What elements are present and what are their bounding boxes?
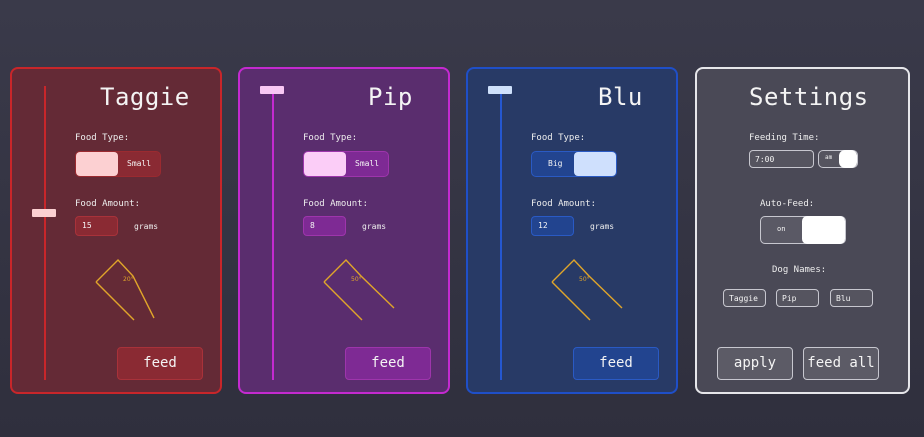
am-pm-knob [839,150,857,168]
dog-names-label: Dog Names: [772,265,827,275]
feed-button[interactable]: feed [573,347,659,380]
food-amount-label: Food Amount: [531,199,597,209]
unit-label: grams [362,222,387,231]
food-amount-input[interactable]: 12 [531,216,574,236]
bowl-angle-gauge: 50° [551,258,623,321]
food-type-option-label: Small [355,159,380,168]
toggle-knob [304,152,346,176]
dog-card-blu: Blu Food Type: Big Food Amount: 12 grams… [466,67,678,394]
food-type-label: Food Type: [531,133,586,143]
gauge-outline [95,258,155,319]
food-amount-label: Food Amount: [303,199,369,209]
dog-name-input-2[interactable]: Pip [776,289,819,307]
food-type-toggle[interactable]: Big [531,151,617,177]
food-slider-thumb[interactable] [32,209,56,217]
food-slider-thumb[interactable] [260,86,284,94]
gauge-edge [95,281,135,321]
gauge-outline [323,258,395,309]
gauge-angle-text: 50° [579,276,590,283]
food-slider-track[interactable] [44,86,46,380]
settings-card: Settings Feeding Time: 7:00 am Auto-Feed… [695,67,910,394]
dog-name-input-1[interactable]: Taggie [723,289,766,307]
dog-name-title: Pip [368,83,413,111]
food-type-toggle[interactable]: Small [303,151,389,177]
food-amount-input[interactable]: 8 [303,216,346,236]
apply-button[interactable]: apply [717,347,793,380]
feeding-time-input[interactable]: 7:00 [749,150,814,168]
feed-all-button[interactable]: feed all [803,347,879,380]
toggle-knob [76,152,118,176]
gauge-outline [551,258,623,309]
toggle-knob [574,152,616,176]
dog-name-input-3[interactable]: Blu [830,289,873,307]
feed-button[interactable]: feed [345,347,431,380]
bowl-angle-gauge: 20° [95,258,155,321]
dog-name-title: Blu [598,83,643,111]
food-slider-thumb[interactable] [488,86,512,94]
bowl-angle-gauge: 50° [323,258,395,321]
settings-title: Settings [749,83,869,111]
feeding-time-label: Feeding Time: [749,133,820,143]
food-slider-track[interactable] [500,86,502,380]
auto-feed-label: Auto-Feed: [760,199,815,209]
auto-feed-state: on [777,225,786,233]
food-slider-track[interactable] [272,86,274,380]
unit-label: grams [590,222,615,231]
food-type-toggle[interactable]: Small [75,151,161,177]
food-type-label: Food Type: [303,133,358,143]
feed-button[interactable]: feed [117,347,203,380]
unit-label: grams [134,222,159,231]
dog-card-pip: Pip Food Type: Small Food Amount: 8 gram… [238,67,450,394]
am-pm-toggle[interactable]: am [818,150,858,168]
auto-feed-knob [802,216,845,244]
gauge-edge [323,281,363,321]
am-pm-label: am [825,154,833,161]
gauge-angle-text: 50° [351,276,362,283]
food-amount-label: Food Amount: [75,199,141,209]
food-type-option-label: Big [548,159,563,168]
dog-card-taggie: Taggie Food Type: Small Food Amount: 15 … [10,67,222,394]
gauge-angle-text: 20° [123,276,134,283]
food-amount-input[interactable]: 15 [75,216,118,236]
auto-feed-toggle[interactable]: on [760,216,846,244]
food-type-label: Food Type: [75,133,130,143]
dog-name-title: Taggie [100,83,190,111]
gauge-edge [551,281,591,321]
food-type-option-label: Small [127,159,152,168]
